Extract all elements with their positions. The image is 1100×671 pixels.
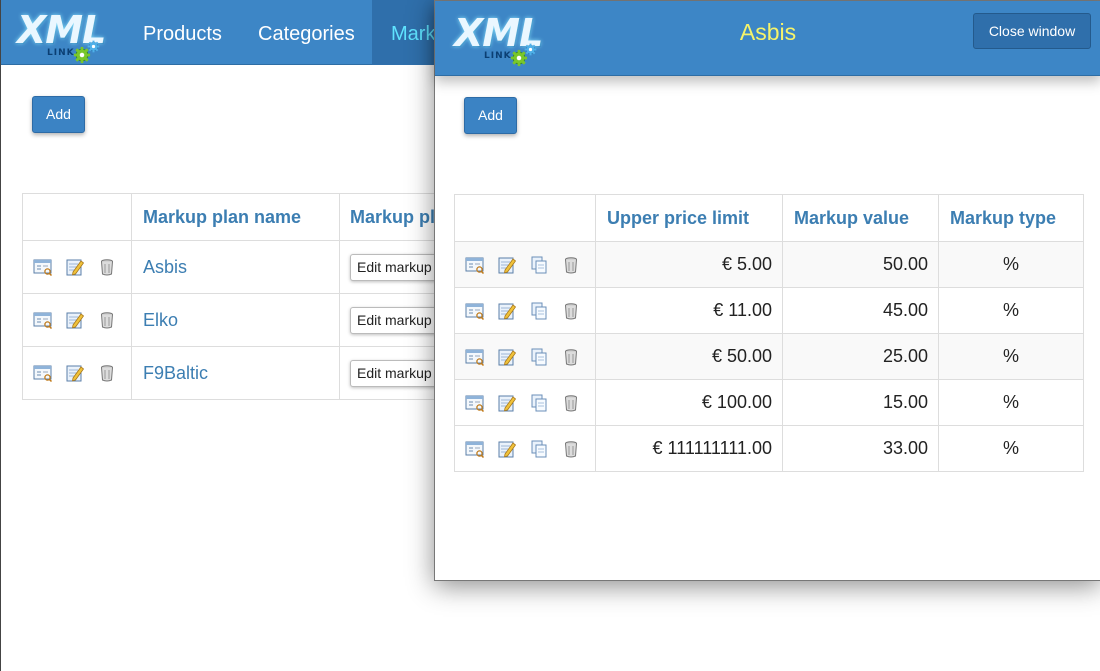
edit-icon[interactable] [497, 255, 517, 275]
close-window-button[interactable]: Close window [973, 13, 1091, 49]
markup-value-cell: 25.00 [782, 333, 939, 380]
upper-price-limit-cell: € 5.00 [595, 241, 783, 288]
delete-icon[interactable] [561, 255, 581, 275]
logo-subtext: LINK [47, 48, 75, 58]
copy-icon[interactable] [529, 439, 549, 459]
copy-icon[interactable] [529, 347, 549, 367]
column-header-actions [22, 193, 132, 241]
column-header-upper-price-limit: Upper price limit [595, 194, 783, 242]
copy-icon[interactable] [529, 301, 549, 321]
copy-icon[interactable] [529, 393, 549, 413]
column-header-markup-value: Markup value [782, 194, 939, 242]
table-row: € 50.00 25.00 % [454, 333, 1084, 380]
edit-icon[interactable] [65, 363, 85, 383]
delete-icon[interactable] [97, 363, 117, 383]
upper-price-limit-cell: € 11.00 [595, 287, 783, 334]
view-details-icon[interactable] [33, 310, 53, 330]
upper-price-limit-cell: € 100.00 [595, 379, 783, 426]
markup-value-cell: 50.00 [782, 241, 939, 288]
edit-icon[interactable] [497, 301, 517, 321]
edit-icon[interactable] [65, 310, 85, 330]
page: XML LINK Products Categories Markup plan… [0, 0, 1100, 671]
add-markup-rule-button[interactable]: Add [464, 97, 517, 134]
column-header-actions [454, 194, 596, 242]
gear-small-icon [87, 40, 100, 53]
markup-plan-modal: XML LINK Asbis Close window Add Upper pr… [434, 0, 1100, 581]
nav-products[interactable]: Products [143, 0, 222, 65]
markup-rules-table: Upper price limit Markup value Markup ty… [454, 194, 1084, 472]
edit-icon[interactable] [497, 393, 517, 413]
copy-icon[interactable] [529, 255, 549, 275]
modal-header: XML LINK Asbis Close window [435, 1, 1100, 76]
view-details-icon[interactable] [465, 347, 485, 367]
view-details-icon[interactable] [465, 301, 485, 321]
table-row: € 111111111.00 33.00 % [454, 425, 1084, 472]
table-row: € 11.00 45.00 % [454, 287, 1084, 334]
add-markup-plan-button[interactable]: Add [32, 96, 85, 133]
edit-icon[interactable] [65, 257, 85, 277]
plan-name-link[interactable]: Elko [143, 310, 178, 330]
nav-markup-plans[interactable]: Markup plans [372, 0, 442, 65]
markup-type-cell: % [938, 379, 1084, 426]
table-row: € 5.00 50.00 % [454, 241, 1084, 288]
markup-value-cell: 33.00 [782, 425, 939, 472]
view-details-icon[interactable] [465, 255, 485, 275]
markup-type-cell: % [938, 425, 1084, 472]
markup-value-cell: 15.00 [782, 379, 939, 426]
view-details-icon[interactable] [465, 439, 485, 459]
column-header-markup-plan-name: Markup plan name [131, 193, 340, 241]
view-details-icon[interactable] [33, 363, 53, 383]
markup-value-cell: 45.00 [782, 287, 939, 334]
edit-icon[interactable] [497, 439, 517, 459]
table-row: € 100.00 15.00 % [454, 379, 1084, 426]
delete-icon[interactable] [561, 439, 581, 459]
upper-price-limit-cell: € 111111111.00 [595, 425, 783, 472]
markup-type-cell: % [938, 241, 1084, 288]
view-details-icon[interactable] [33, 257, 53, 277]
logo-subtext: LINK [484, 51, 512, 61]
view-details-icon[interactable] [465, 393, 485, 413]
delete-icon[interactable] [97, 310, 117, 330]
plan-name-link[interactable]: Asbis [143, 257, 187, 277]
table-header-row: Upper price limit Markup value Markup ty… [454, 194, 1084, 242]
xml-link-logo[interactable]: XML LINK [17, 10, 107, 62]
delete-icon[interactable] [561, 347, 581, 367]
markup-type-cell: % [938, 333, 1084, 380]
delete-icon[interactable] [561, 301, 581, 321]
markup-type-cell: % [938, 287, 1084, 334]
delete-icon[interactable] [97, 257, 117, 277]
plan-name-link[interactable]: F9Baltic [143, 363, 208, 383]
column-header-markup-type: Markup type [938, 194, 1084, 242]
delete-icon[interactable] [561, 393, 581, 413]
upper-price-limit-cell: € 50.00 [595, 333, 783, 380]
nav-categories[interactable]: Categories [258, 0, 355, 65]
edit-icon[interactable] [497, 347, 517, 367]
